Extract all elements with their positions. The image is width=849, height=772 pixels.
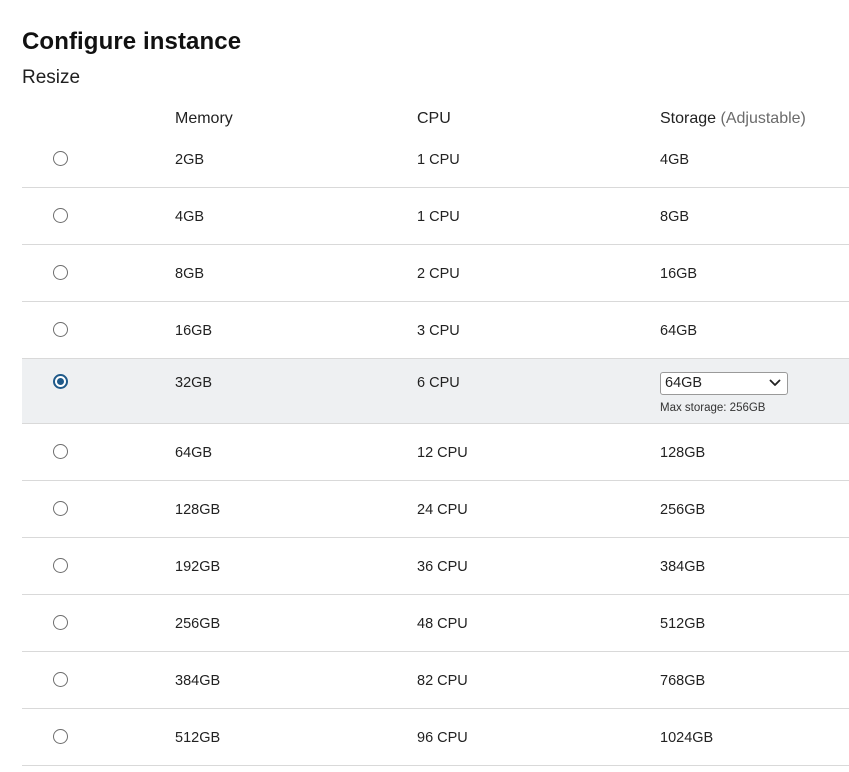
- cpu-cell: 82 CPU: [417, 673, 468, 689]
- size-radio-button[interactable]: [53, 374, 68, 389]
- table-row[interactable]: 384GB 82 CPU 768GB: [22, 652, 849, 709]
- section-subtitle: Resize: [22, 67, 81, 88]
- size-radio-button[interactable]: [53, 729, 68, 744]
- storage-cell: 4GB: [660, 152, 690, 168]
- storage-cell: 64GB: [660, 323, 698, 339]
- cpu-cell: 3 CPU: [417, 323, 460, 339]
- cpu-cell: 36 CPU: [417, 559, 468, 575]
- size-radio-button[interactable]: [53, 615, 68, 630]
- memory-cell: 32GB: [175, 375, 213, 391]
- memory-column-header: Memory: [175, 110, 233, 127]
- size-radio-button[interactable]: [53, 151, 68, 166]
- storage-header-label: Storage: [660, 110, 717, 127]
- table-row[interactable]: 192GB 36 CPU 384GB: [22, 538, 849, 595]
- memory-cell: 16GB: [175, 323, 213, 339]
- cpu-cell: 96 CPU: [417, 730, 468, 746]
- size-radio-button[interactable]: [53, 444, 68, 459]
- storage-cell: 384GB: [660, 559, 706, 575]
- memory-cell: 512GB: [175, 730, 221, 746]
- cpu-cell: 2 CPU: [417, 266, 460, 282]
- table-row[interactable]: 32GB 6 CPU 64GB Max storage: 256GB: [22, 359, 849, 424]
- memory-cell: 64GB: [175, 445, 213, 461]
- cpu-column-header: CPU: [417, 110, 451, 127]
- table-row[interactable]: 128GB 24 CPU 256GB: [22, 481, 849, 538]
- memory-cell: 192GB: [175, 559, 221, 575]
- storage-cell: 256GB: [660, 502, 706, 518]
- table-row[interactable]: 256GB 48 CPU 512GB: [22, 595, 849, 652]
- memory-cell: 384GB: [175, 673, 221, 689]
- size-radio-button[interactable]: [53, 672, 68, 687]
- size-radio-button[interactable]: [53, 558, 68, 573]
- instance-size-table: 2GB 1 CPU 4GB 4GB 1 CPU 8GB 8GB 2 CPU 16GB 16GB 3 …: [22, 131, 849, 766]
- cpu-cell: 48 CPU: [417, 616, 468, 632]
- storage-cell: 768GB: [660, 673, 706, 689]
- size-radio-button[interactable]: [53, 208, 68, 223]
- table-row[interactable]: 2GB 1 CPU 4GB: [22, 131, 849, 188]
- cpu-cell: 6 CPU: [417, 375, 460, 391]
- storage-column-header: Storage (Adjustable): [660, 110, 806, 128]
- size-radio-button[interactable]: [53, 322, 68, 337]
- table-row[interactable]: 512GB 96 CPU 1024GB: [22, 709, 849, 766]
- table-row[interactable]: 16GB 3 CPU 64GB: [22, 302, 849, 359]
- cpu-cell: 24 CPU: [417, 502, 468, 518]
- memory-cell: 8GB: [175, 266, 205, 282]
- table-row[interactable]: 4GB 1 CPU 8GB: [22, 188, 849, 245]
- page-title: Configure instance: [22, 28, 242, 55]
- storage-adjustable-note: (Adjustable): [720, 110, 806, 127]
- storage-cell: 1024GB: [660, 730, 714, 746]
- memory-cell: 4GB: [175, 209, 205, 225]
- storage-select[interactable]: 64GB: [660, 372, 788, 395]
- max-storage-note: Max storage: 256GB: [660, 402, 766, 414]
- size-radio-button[interactable]: [53, 501, 68, 516]
- storage-select-value: 64GB: [665, 375, 703, 391]
- table-row[interactable]: 8GB 2 CPU 16GB: [22, 245, 849, 302]
- cpu-cell: 1 CPU: [417, 152, 460, 168]
- memory-cell: 128GB: [175, 502, 221, 518]
- memory-cell: 256GB: [175, 616, 221, 632]
- table-row[interactable]: 64GB 12 CPU 128GB: [22, 424, 849, 481]
- chevron-down-icon: [769, 379, 781, 386]
- cpu-cell: 1 CPU: [417, 209, 460, 225]
- storage-cell: 16GB: [660, 266, 698, 282]
- storage-cell: 128GB: [660, 445, 706, 461]
- size-radio-button[interactable]: [53, 265, 68, 280]
- storage-cell: 512GB: [660, 616, 706, 632]
- cpu-cell: 12 CPU: [417, 445, 468, 461]
- table-header: Memory CPU Storage (Adjustable): [22, 107, 849, 133]
- storage-cell: 8GB: [660, 209, 690, 225]
- memory-cell: 2GB: [175, 152, 205, 168]
